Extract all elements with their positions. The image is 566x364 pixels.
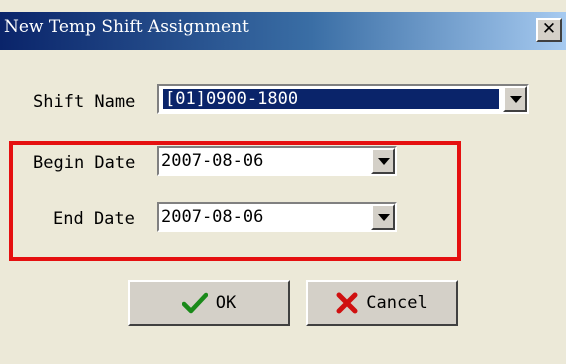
chevron-down-icon: [510, 96, 522, 103]
window-title: New Temp Shift Assignment: [4, 17, 249, 37]
close-button[interactable]: ✕: [536, 18, 562, 42]
cancel-label: Cancel: [366, 293, 428, 313]
shift-name-dropdown-button[interactable]: [503, 86, 527, 112]
checkmark-icon: [181, 292, 208, 314]
shift-name-select[interactable]: [01]0900-1800: [157, 84, 529, 114]
shift-name-value: [01]0900-1800: [162, 88, 500, 110]
highlight-box: [9, 141, 461, 261]
ok-button[interactable]: OK: [128, 280, 290, 326]
cancel-button[interactable]: Cancel: [306, 280, 458, 326]
ok-label: OK: [215, 293, 237, 313]
x-icon: [336, 292, 358, 314]
close-icon: ✕: [541, 19, 557, 39]
shift-name-label: Shift Name: [33, 92, 136, 112]
dialog-window: New Temp Shift Assignment ✕ Shift Name […: [0, 0, 566, 364]
